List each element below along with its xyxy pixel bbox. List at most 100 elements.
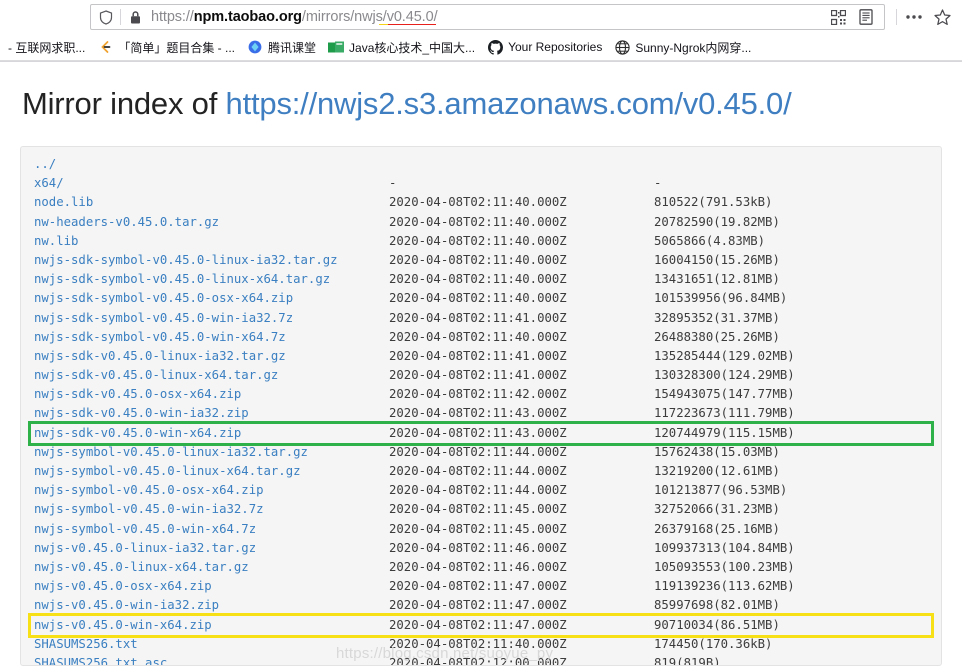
file-link[interactable]: nwjs-symbol-v0.45.0-osx-x64.zip [34,481,389,500]
file-size: 32895352(31.37MB) [654,310,780,325]
bookmark-item[interactable]: 「简单」题目合集 - ... [91,37,241,58]
file-date: 2020-04-08T02:11:47.000Z [389,579,567,594]
file-link[interactable]: node.lib [34,193,389,212]
bookmark-item[interactable]: - 互联网求职... [2,37,91,58]
file-date: 2020-04-08T02:11:42.000Z [389,387,567,402]
file-size: - [654,176,662,191]
file-date: 2020-04-08T02:11:44.000Z [389,444,567,459]
file-link[interactable]: nwjs-sdk-symbol-v0.45.0-win-x64.7z [34,328,389,347]
file-date: 2020-04-08T02:11:40.000Z [389,272,567,287]
shield-icon[interactable] [95,6,117,28]
file-link[interactable]: nwjs-sdk-symbol-v0.45.0-linux-ia32.tar.g… [34,251,389,270]
listing-row: nwjs-sdk-symbol-v0.45.0-win-ia32.7z 2020-… [31,309,931,328]
file-size: 819(819B) [654,655,721,666]
file-date: 2020-04-08T02:11:43.000Z [389,425,567,440]
listing-row: nwjs-v0.45.0-osx-x64.zip 2020-04-08T02:11… [31,577,931,596]
qrcode-icon[interactable] [824,4,852,30]
file-date: 2020-04-08T02:11:44.000Z [389,483,567,498]
star-icon[interactable] [928,4,956,30]
file-link[interactable]: nwjs-sdk-symbol-v0.45.0-osx-x64.zip [34,289,389,308]
file-size: 90710034(86.51MB) [654,617,780,632]
bookmark-label: Your Repositories [508,40,603,54]
toolbar-right-actions [887,4,956,30]
file-link[interactable]: nwjs-symbol-v0.45.0-win-x64.7z [34,520,389,539]
url-host: npm.taobao.org [193,9,302,25]
page-content: Mirror index of https://nwjs2.s3.amazona… [0,62,962,669]
bookmark-item[interactable]: Sunny-Ngrok内网穿... [608,37,757,58]
file-link[interactable]: SHASUMS256.txt [34,635,389,654]
navigation-toolbar: https://npm.taobao.org/mirrors/nwjs/v0.4… [0,0,962,34]
bookmark-item[interactable]: Your Repositories [481,37,608,57]
file-link[interactable]: nwjs-v0.45.0-win-ia32.zip [34,596,389,615]
file-date: 2020-04-08T02:11:47.000Z [389,598,567,613]
listing-row: SHASUMS256.txt.asc 2020-04-08T02:12:00.00… [31,654,931,666]
file-link[interactable]: nwjs-v0.45.0-osx-x64.zip [34,577,389,596]
file-link[interactable]: SHASUMS256.txt.asc [34,654,389,665]
leetcode-icon [97,39,113,55]
file-link[interactable]: nwjs-sdk-v0.45.0-linux-ia32.tar.gz [34,347,389,366]
globe-icon [614,39,630,55]
listing-row: nwjs-v0.45.0-win-x64.zip 2020-04-08T02:11… [28,612,934,638]
file-link[interactable]: nw.lib [34,232,389,251]
file-date: 2020-04-08T02:11:46.000Z [389,540,567,555]
file-date: 2020-04-08T02:11:40.000Z [389,233,567,248]
address-bar-divider [120,9,121,25]
file-link[interactable]: nw-headers-v0.45.0.tar.gz [34,213,389,232]
file-size: 130328300(124.29MB) [654,368,795,383]
file-link[interactable]: nwjs-symbol-v0.45.0-linux-ia32.tar.gz [34,443,389,462]
file-date: 2020-04-08T02:11:41.000Z [389,348,567,363]
url-version-text: v0.45.0 [386,9,434,25]
file-link[interactable]: nwjs-sdk-v0.45.0-linux-x64.tar.gz [34,366,389,385]
file-link[interactable]: nwjs-sdk-v0.45.0-win-ia32.zip [34,404,389,423]
lock-icon[interactable] [124,6,146,28]
ellipsis-icon[interactable] [900,4,928,30]
file-size: 16004150(15.26MB) [654,252,780,267]
file-date: 2020-04-08T02:11:47.000Z [389,617,567,632]
file-link[interactable]: nwjs-v0.45.0-linux-ia32.tar.gz [34,539,389,558]
file-link[interactable]: nwjs-v0.45.0-win-x64.zip [34,616,389,635]
file-link[interactable]: ../ [34,155,389,174]
listing-row: nwjs-symbol-v0.45.0-linux-x64.tar.gz 2020… [31,462,931,481]
listing-row: nwjs-sdk-v0.45.0-win-x64.zip 2020-04-08T0… [28,420,934,446]
listing-row: nwjs-symbol-v0.45.0-linux-ia32.tar.gz 202… [31,443,931,462]
file-link[interactable]: nwjs-sdk-symbol-v0.45.0-linux-x64.tar.gz [34,270,389,289]
file-link[interactable]: nwjs-symbol-v0.45.0-linux-x64.tar.gz [34,462,389,481]
bookmarks-bar: - 互联网求职... 「简单」题目合集 - ... 腾讯课堂 Java核心技术_中国大… [0,34,962,61]
bookmark-item[interactable]: 腾讯课堂 [241,37,322,58]
file-size: 119139236(113.62MB) [654,579,795,594]
file-link[interactable]: nwjs-sdk-v0.45.0-osx-x64.zip [34,385,389,404]
file-size: 13219200(12.61MB) [654,464,780,478]
listing-row: nwjs-symbol-v0.45.0-win-x64.7z 2020-04-08… [31,520,931,539]
file-link[interactable]: nwjs-v0.45.0-linux-x64.tar.gz [34,558,389,577]
file-size: 26488380(25.26MB) [654,329,780,344]
file-link[interactable]: x64/ [34,174,389,193]
icourse-icon [328,39,345,55]
file-link[interactable]: nwjs-sdk-v0.45.0-win-x64.zip [34,424,389,443]
page-title-link[interactable]: https://nwjs2.s3.amazonaws.com/v0.45.0/ [226,86,792,121]
file-date: 2020-04-08T02:11:41.000Z [389,368,567,383]
file-link[interactable]: nwjs-sdk-symbol-v0.45.0-win-ia32.7z [34,309,389,328]
reader-view-icon[interactable] [852,4,880,30]
file-date: 2020-04-08T02:11:45.000Z [389,521,567,536]
page-title: Mirror index of https://nwjs2.s3.amazona… [22,86,942,122]
address-bar[interactable]: https://npm.taobao.org/mirrors/nwjs/v0.4… [90,4,885,30]
listing-row: nwjs-v0.45.0-win-ia32.zip 2020-04-08T02:1… [31,596,931,615]
url-text[interactable]: https://npm.taobao.org/mirrors/nwjs/v0.4… [146,9,824,25]
bookmark-label: 「简单」题目合集 - ... [118,40,236,55]
listing-row: nw.lib 2020-04-08T02:11:40.000Z 5065866(4.… [31,232,931,251]
file-size: 174450(170.36kB) [654,636,773,651]
tencent-icon [247,39,263,55]
file-size: 135285444(129.02MB) [654,348,795,363]
file-date: 2020-04-08T02:11:45.000Z [389,502,567,517]
bookmark-item[interactable]: Java核心技术_中国大... [322,37,481,58]
bookmark-label: Sunny-Ngrok内网穿... [635,40,752,55]
file-size: 101213877(96.53MB) [654,483,788,498]
file-size: 154943075(147.77MB) [654,387,795,402]
file-size: 109937313(104.84MB) [654,540,795,555]
listing-row: nw-headers-v0.45.0.tar.gz 2020-04-08T02:1… [31,213,931,232]
file-date: 2020-04-08T02:11:40.000Z [389,252,567,267]
listing-row: node.lib 2020-04-08T02:11:40.000Z 810522(7… [31,193,931,212]
file-date: 2020-04-08T02:11:40.000Z [389,636,567,651]
file-link[interactable]: nwjs-symbol-v0.45.0-win-ia32.7z [34,500,389,519]
github-icon [487,39,503,55]
